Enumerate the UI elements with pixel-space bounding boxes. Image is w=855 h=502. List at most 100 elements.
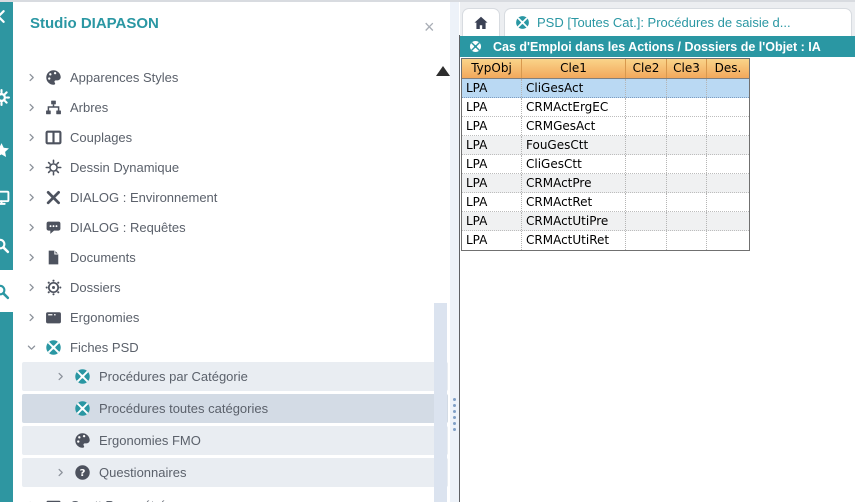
close-icon[interactable]: × — [424, 18, 435, 36]
table-cell[interactable] — [707, 155, 749, 173]
favorites-icon[interactable] — [0, 142, 13, 166]
sidebar-item-documents[interactable]: Documents — [13, 242, 450, 272]
table-cell[interactable] — [626, 117, 667, 135]
sidebar-item-questionnaires[interactable]: ?Questionnaires — [22, 458, 448, 487]
chevron-down-icon[interactable] — [23, 339, 39, 355]
table-cell[interactable]: CRMActErgEC — [522, 98, 626, 116]
table-cell[interactable] — [626, 212, 667, 230]
table-row[interactable]: LPACRMActErgEC — [462, 98, 749, 117]
chevron-right-icon[interactable] — [52, 369, 68, 385]
table-row-selected[interactable]: LPACliGesAct — [462, 79, 749, 98]
monitor-icon[interactable] — [0, 189, 13, 213]
table-cell[interactable] — [707, 79, 749, 97]
table-cell[interactable] — [626, 79, 667, 97]
table-cell[interactable] — [707, 174, 749, 192]
table-cell[interactable] — [667, 79, 707, 97]
table-cell[interactable] — [707, 212, 749, 230]
tab-psd[interactable]: PSD [Toutes Cat.]: Procédures de saisie … — [504, 8, 852, 36]
search-active-icon[interactable] — [0, 270, 13, 312]
table-cell[interactable] — [707, 117, 749, 135]
table-cell[interactable] — [626, 193, 667, 211]
sidebar-item-dialog-environnement[interactable]: DIALOG : Environnement — [13, 182, 450, 212]
column-header-cle1[interactable]: Cle1 — [522, 59, 626, 78]
chevron-right-icon[interactable] — [23, 189, 39, 205]
table-cell[interactable] — [626, 231, 667, 250]
collapse-strip-icon[interactable] — [0, 8, 13, 32]
table-cell[interactable]: LPA — [462, 231, 522, 250]
table-cell[interactable] — [626, 136, 667, 154]
sidebar-item-procedures-par-categorie[interactable]: Procédures par Catégorie — [22, 362, 448, 391]
sidebar-item-ergonomies-fmo[interactable]: Ergonomies FMO — [22, 426, 448, 455]
sidebar-item-dossiers[interactable]: Dossiers — [13, 272, 450, 302]
table-row[interactable]: LPAFouGesCtt — [462, 136, 749, 155]
table-cell[interactable] — [626, 155, 667, 173]
table-cell[interactable] — [667, 136, 707, 154]
sidebar-item-fiches-psd[interactable]: Fiches PSD — [13, 332, 450, 362]
table-cell[interactable]: CRMActPre — [522, 174, 626, 192]
table-cell[interactable] — [707, 98, 749, 116]
panel-splitter[interactable] — [450, 2, 459, 502]
tab-home[interactable] — [462, 8, 500, 36]
sidebar-item-dessin-dynamique[interactable]: Dessin Dynamique — [13, 152, 450, 182]
table-row[interactable]: LPACRMActRet — [462, 193, 749, 212]
table-cell[interactable] — [667, 174, 707, 192]
sidebar-item-ergonomies[interactable]: Ergonomies — [13, 302, 450, 332]
table-cell[interactable]: CRMActUtiRet — [522, 231, 626, 250]
settings-icon[interactable] — [0, 89, 13, 113]
table-row[interactable]: LPACRMActUtiPre — [462, 212, 749, 231]
chevron-right-icon[interactable] — [23, 129, 39, 145]
chevron-right-icon[interactable] — [23, 279, 39, 295]
column-header-cle2[interactable]: Cle2 — [626, 59, 667, 78]
column-header-typobj[interactable]: TypObj — [462, 59, 522, 78]
table-cell[interactable]: LPA — [462, 212, 522, 230]
chevron-right-icon[interactable] — [23, 249, 39, 265]
table-cell[interactable]: LPA — [462, 79, 522, 97]
table-cell[interactable] — [626, 98, 667, 116]
table-cell[interactable]: LPA — [462, 117, 522, 135]
chevron-right-icon[interactable] — [23, 497, 39, 502]
sidebar-item-arbres[interactable]: Arbres — [13, 92, 450, 122]
table-cell[interactable]: LPA — [462, 136, 522, 154]
column-header-des[interactable]: Des. — [707, 59, 749, 78]
table-cell[interactable] — [667, 193, 707, 211]
table-cell[interactable] — [707, 231, 749, 250]
table-cell[interactable]: CRMGesAct — [522, 117, 626, 135]
table-row[interactable]: LPACRMActUtiRet — [462, 231, 749, 250]
table-cell[interactable]: LPA — [462, 155, 522, 173]
table-cell[interactable]: CliGesAct — [522, 79, 626, 97]
table-row[interactable]: LPACliGesCtt — [462, 155, 749, 174]
table-cell[interactable] — [667, 98, 707, 116]
table-cell[interactable] — [707, 136, 749, 154]
table-cell[interactable]: LPA — [462, 98, 522, 116]
chevron-right-icon[interactable] — [23, 69, 39, 85]
chevron-right-icon[interactable] — [23, 99, 39, 115]
sidebar-item-procedures-toutes-categories[interactable]: Procédures toutes catégories — [22, 394, 448, 423]
sidebar-item-gantt-parametres[interactable]: Gantt Paramétrés — [13, 490, 450, 502]
table-cell[interactable] — [707, 193, 749, 211]
table-cell[interactable]: CRMActRet — [522, 193, 626, 211]
table-cell[interactable]: LPA — [462, 174, 522, 192]
table-cell[interactable] — [667, 117, 707, 135]
table-cell[interactable] — [667, 212, 707, 230]
chevron-right-icon[interactable] — [52, 465, 68, 481]
table-cell[interactable] — [667, 231, 707, 250]
sidebar-item-apparences-styles[interactable]: Apparences Styles — [13, 62, 450, 92]
table-cell[interactable] — [667, 155, 707, 173]
scroll-up-arrow-icon[interactable] — [436, 66, 450, 76]
table-cell[interactable] — [626, 174, 667, 192]
table-cell[interactable]: CliGesCtt — [522, 155, 626, 173]
table-cell[interactable]: FouGesCtt — [522, 136, 626, 154]
sidebar-scrollbar-thumb[interactable] — [434, 303, 447, 502]
search-icon[interactable] — [0, 237, 13, 261]
chevron-right-icon[interactable] — [23, 159, 39, 175]
table-row[interactable]: LPACRMActPre — [462, 174, 749, 193]
table-cell[interactable]: CRMActUtiPre — [522, 212, 626, 230]
splitter-grip-icon[interactable] — [450, 398, 459, 431]
chevron-right-icon[interactable] — [23, 309, 39, 325]
table-cell[interactable]: LPA — [462, 193, 522, 211]
table-row[interactable]: LPACRMGesAct — [462, 117, 749, 136]
sidebar-item-dialog-requetes[interactable]: DIALOG : Requêtes — [13, 212, 450, 242]
column-header-cle3[interactable]: Cle3 — [667, 59, 707, 78]
sidebar-item-couplages[interactable]: Couplages — [13, 122, 450, 152]
chevron-right-icon[interactable] — [23, 219, 39, 235]
